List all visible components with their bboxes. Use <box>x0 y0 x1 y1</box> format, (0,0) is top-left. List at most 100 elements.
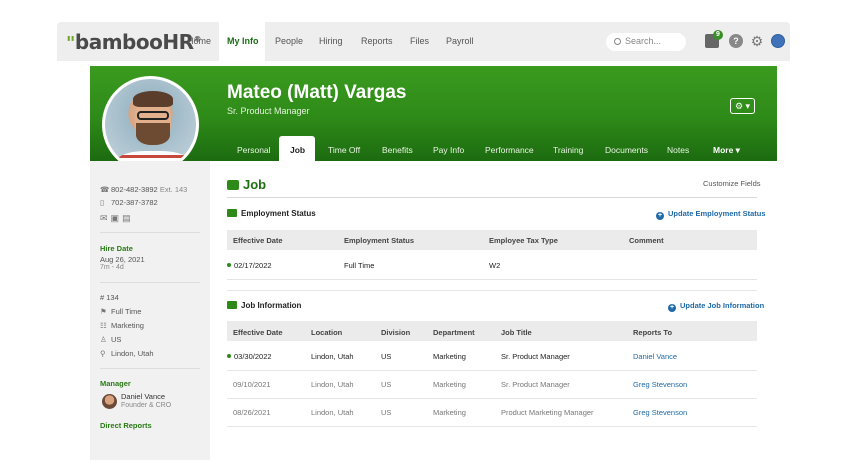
table-row-cell-division: US <box>381 408 392 417</box>
twitter-icon[interactable]: ▣ <box>111 213 123 223</box>
job-section-title: Job <box>227 177 266 192</box>
table-row-cell-date: 08/26/2021 <box>233 408 271 417</box>
help-icon[interactable]: ? <box>729 34 743 48</box>
row-divider <box>227 370 757 371</box>
sidebar-divider <box>100 282 200 283</box>
search-input[interactable]: Search... <box>606 33 686 51</box>
work-phone-ext: Ext. 143 <box>159 185 188 194</box>
employee-name: Mateo (Matt) Vargas <box>227 82 407 103</box>
section-divider <box>227 290 757 291</box>
row-divider <box>227 279 757 280</box>
tab-personal[interactable]: Personal <box>237 145 271 155</box>
people-icon: ☷ <box>100 321 107 330</box>
photo-glasses <box>137 111 169 120</box>
employee-title: Sr. Product Manager <box>227 106 310 116</box>
settings-gear-icon[interactable]: ⚙ <box>750 34 764 48</box>
photo-hair <box>133 91 173 107</box>
column-header[interactable]: Department <box>433 328 475 337</box>
column-header[interactable]: Effective Date <box>233 236 283 245</box>
profile-settings-button[interactable]: ⚙ ▾ <box>730 98 755 114</box>
bamboohr-logo[interactable]: "bambooHR® <box>66 30 201 54</box>
inbox-badge: 9 <box>713 30 723 40</box>
email-icon[interactable]: ✉ <box>100 213 111 223</box>
banner-right-margin <box>777 66 847 161</box>
update-job-information-link[interactable]: + Update Job Information <box>668 301 764 312</box>
tab-time-off[interactable]: Time Off <box>328 145 360 155</box>
nav-files[interactable]: Files <box>410 36 429 46</box>
tab-notes[interactable]: Notes <box>667 145 689 155</box>
current-indicator-dot <box>227 354 231 358</box>
update-employment-status-link[interactable]: + Update Employment Status <box>656 209 766 220</box>
column-header[interactable]: Comment <box>629 236 664 245</box>
table-row-cell-division: US <box>381 352 392 361</box>
profile-photo[interactable] <box>102 76 199 173</box>
nav-payroll[interactable]: Payroll <box>446 36 474 46</box>
table-row-cell-department: Marketing <box>433 380 466 389</box>
tab-job[interactable]: Job <box>290 145 305 155</box>
social-links: ✉▣▤ <box>100 213 134 224</box>
phone-icon: ☎ <box>100 185 110 194</box>
manager-avatar[interactable] <box>102 394 117 409</box>
photo-beard <box>136 123 170 145</box>
table-row-cell-location: Lindon, Utah <box>311 408 354 417</box>
row-divider <box>227 398 757 399</box>
hire-date-value: Aug 26, 2021 <box>100 255 145 264</box>
table-row-cell-job-title: Product Marketing Manager <box>501 408 594 417</box>
reports-to-link[interactable]: Greg Stevenson <box>633 380 687 389</box>
manager-name[interactable]: Daniel Vance <box>121 392 165 401</box>
work-phone[interactable]: ☎ 802-482-3892 Ext. 143 <box>100 185 187 194</box>
job-information-table-header <box>227 321 757 341</box>
employee-number: # 134 <box>100 293 119 302</box>
briefcase-icon <box>227 180 239 190</box>
reports-to-link[interactable]: Greg Stevenson <box>633 408 687 417</box>
tenure-value: 7m - 4d <box>100 264 124 271</box>
column-header[interactable]: Employment Status <box>344 236 414 245</box>
sidebar-divider <box>100 368 200 369</box>
tab-pay-info[interactable]: Pay Info <box>433 145 464 155</box>
nav-my-info[interactable]: My Info <box>227 36 259 46</box>
nav-home[interactable]: Home <box>187 36 211 46</box>
plus-circle-icon: + <box>668 304 676 312</box>
user-avatar[interactable] <box>771 34 785 48</box>
table-row-cell-date: 03/30/2022 <box>227 352 272 361</box>
briefcase-icon <box>227 301 237 309</box>
title-divider <box>227 197 757 198</box>
column-header[interactable]: Location <box>311 328 342 337</box>
nav-reports[interactable]: Reports <box>361 36 393 46</box>
search-icon <box>614 38 621 45</box>
column-header[interactable]: Effective Date <box>233 328 283 337</box>
tab-more[interactable]: More ▾ <box>713 145 740 156</box>
mobile-phone[interactable]: ▯ 702-387-3782 <box>100 198 158 207</box>
manager-title: Founder & CRO <box>121 402 172 409</box>
reports-to-link[interactable]: Daniel Vance <box>633 352 677 361</box>
column-header[interactable]: Reports To <box>633 328 672 337</box>
division-icon: ♙ <box>100 335 107 344</box>
table-row-cell-division: US <box>381 380 392 389</box>
nav-people[interactable]: People <box>275 36 303 46</box>
employment-status-title: Employment Status <box>227 209 316 218</box>
nav-hiring[interactable]: Hiring <box>319 36 343 46</box>
division: ♙ US <box>100 335 122 344</box>
tab-performance[interactable]: Performance <box>485 145 534 155</box>
column-header[interactable]: Employee Tax Type <box>489 236 558 245</box>
employment-type: ⚑ Full Time <box>100 307 142 316</box>
tab-training[interactable]: Training <box>553 145 583 155</box>
mobile-icon: ▯ <box>100 198 105 207</box>
search-placeholder: Search... <box>625 36 662 46</box>
direct-reports-label: Direct Reports <box>100 421 152 430</box>
job-information-title: Job Information <box>227 301 301 310</box>
banner-left-margin <box>0 66 90 161</box>
table-row-cell-date: 02/17/2022 <box>227 261 272 270</box>
sidebar-divider <box>100 232 200 233</box>
column-header[interactable]: Job Title <box>501 328 532 337</box>
department: ☷ Marketing <box>100 321 144 330</box>
facebook-icon[interactable]: ▤ <box>122 213 134 223</box>
tab-benefits[interactable]: Benefits <box>382 145 413 155</box>
tab-documents[interactable]: Documents <box>605 145 648 155</box>
current-indicator-dot <box>227 263 231 267</box>
column-header[interactable]: Division <box>381 328 410 337</box>
customize-fields-link[interactable]: Customize Fields <box>703 179 761 188</box>
table-row-cell-status: Full Time <box>344 261 375 270</box>
hire-date-label: Hire Date <box>100 244 133 253</box>
table-row-cell-department: Marketing <box>433 352 466 361</box>
